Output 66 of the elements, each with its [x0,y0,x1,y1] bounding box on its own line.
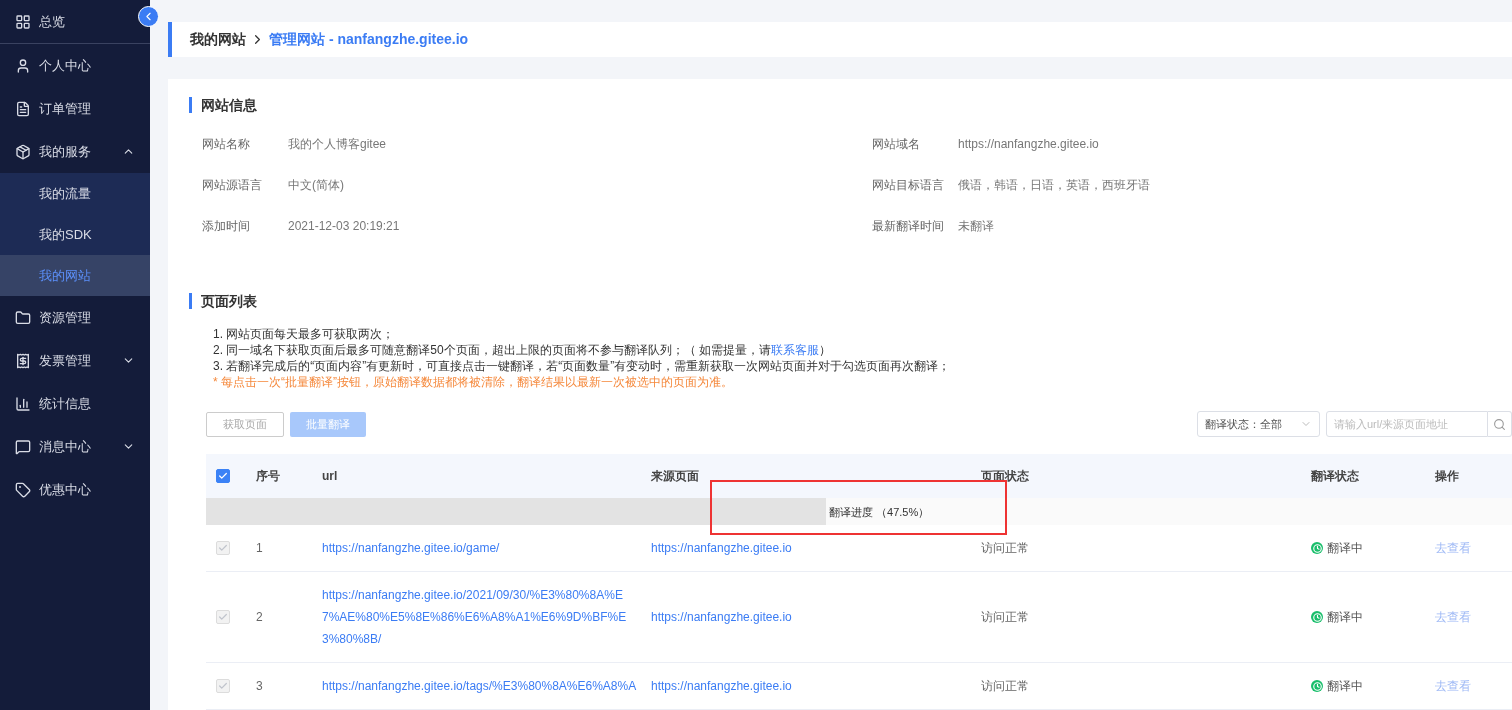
field-label: 网站源语言 [202,177,263,194]
search-icon [1493,417,1506,431]
sidebar-item[interactable]: 我的服务 [0,130,150,173]
breadcrumb-link[interactable]: 管理网站 - nanfangzhe.gitee.io [269,29,469,50]
menu-icon [15,395,31,412]
menu-icon [15,481,31,498]
table-cell: 2 [256,610,263,624]
field-value: 未翻译 [958,218,994,235]
section-title: 页面列表 [189,293,257,309]
table-cell: 访问正常 [981,610,1029,624]
status-label: 翻译中 [1327,609,1363,626]
column-header: 翻译状态 [1311,469,1359,483]
column-header: url [322,469,338,483]
table-cell: 访问正常 [981,679,1029,693]
column-header: 操作 [1435,469,1459,483]
sidebar-item[interactable]: 资源管理 [0,296,150,339]
field-label: 最新翻译时间 [872,218,945,235]
sidebar-item[interactable]: 订单管理 [0,87,150,130]
search-field[interactable]: 请输入url/来源页面地址 [1326,411,1488,437]
field-label: 网站域名 [872,136,921,153]
menu-icon [15,13,31,30]
table-cell: 1 [256,541,263,555]
menu-icon [15,438,31,455]
check-icon [218,612,228,622]
column-header: 序号 [256,469,280,483]
menu-icon [15,57,31,74]
table-cell: 3 [256,679,263,693]
field-label: 网站目标语言 [872,177,945,194]
menu-icon [15,309,31,326]
menu-icon [15,352,31,369]
sidebar-item[interactable]: 个人中心 [0,44,150,87]
rule-note: 1. 网站页面每天最多可获取两次； [213,326,396,342]
table-cell: 访问正常 [981,541,1029,555]
check-icon [218,681,228,691]
status-label: 翻译中 [1327,540,1363,557]
menu-icon [15,100,31,117]
rule-note: 3. 若翻译完成后的“页面内容”有更新时，可直接点击一键翻译，若“页面数量”有变动时，需重新获取一次网站页面并对于勾选页面再次翻译； [213,358,952,374]
breadcrumb-link[interactable]: 我的网站 [190,29,246,50]
warning-note: * 每点击一次“批量翻译”按钮，原始翻译数据都将被清除，翻译结果以最新一次被选中的页面为准。 [213,374,734,390]
status-label: 翻译中 [1327,678,1363,695]
contact-link[interactable]: 联系客服 [771,343,820,357]
field-label: 添加时间 [202,218,251,235]
field-label: 网站名称 [202,136,251,153]
menu-icon [15,143,31,160]
field-value: https://nanfangzhe.gitee.io [958,136,1099,153]
search-button[interactable] [1488,411,1512,437]
column-header: 来源页面 [651,469,699,483]
rule-note: 2. 同一域名下获取页面后最多可随意翻译50个页面，超出上限的页面将不参与翻译队列；（ 如需提量，请联系客服） [213,342,833,358]
field-value: 2021-12-03 20:19:21 [288,218,400,235]
submenu-item[interactable]: 我的网站 [0,255,150,296]
submenu-item[interactable]: 我的流量 [0,173,150,214]
checkbox[interactable] [216,469,230,483]
sidebar-item[interactable]: 发票管理 [0,339,150,382]
sidebar-item[interactable]: 统计信息 [0,382,150,425]
status-filter[interactable]: 翻译状态：全部 [1197,411,1320,437]
section-title: 网站信息 [189,97,257,113]
sidebar-item[interactable]: 消息中心 [0,425,150,468]
check-icon [218,471,228,481]
collapse-button[interactable] [138,6,159,27]
progress-label: 翻译进度 （47.5%） [829,505,930,520]
sidebar-item[interactable]: 优惠中心 [0,468,150,511]
field-value: 俄语，韩语，日语，英语，西班牙语 [958,177,1150,194]
field-value: 中文(简体) [288,177,344,194]
submenu-item[interactable]: 我的SDK [0,214,150,255]
field-value: 我的个人博客gitee [288,136,387,153]
check-icon [218,543,228,553]
